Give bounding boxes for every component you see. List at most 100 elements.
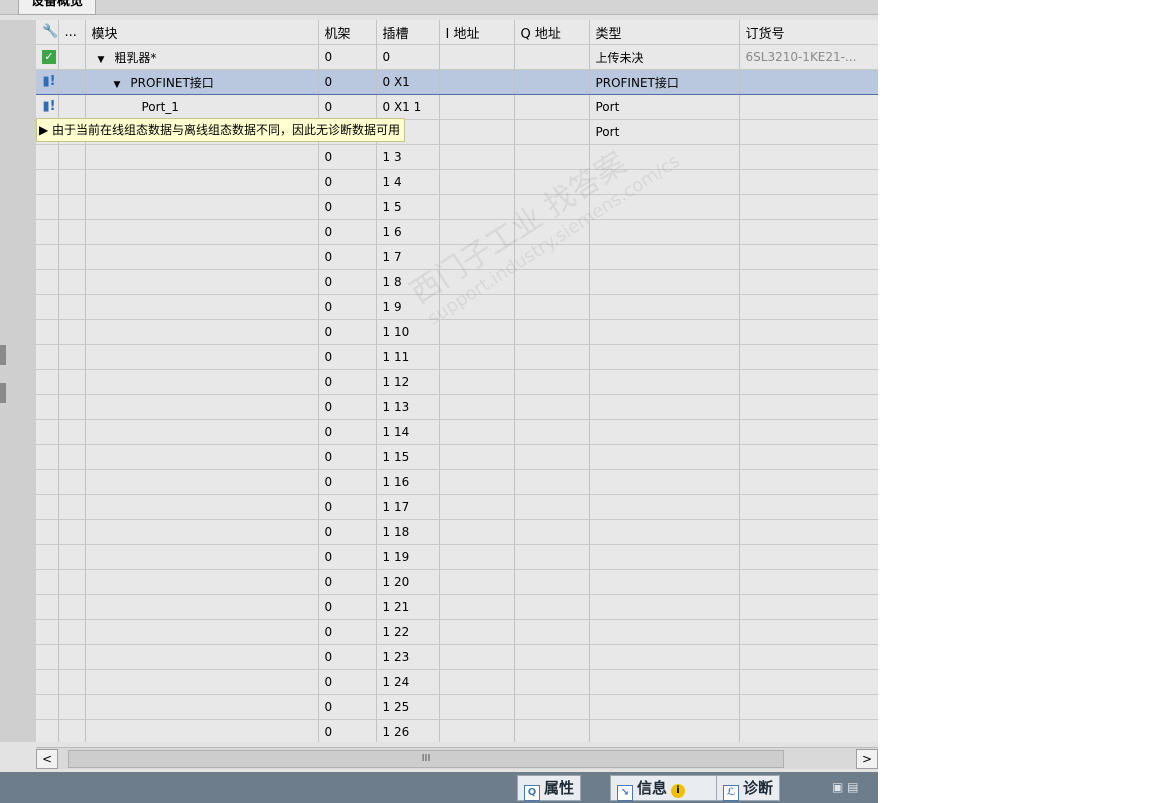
- cell-order-number[interactable]: [739, 494, 878, 520]
- cell-rack[interactable]: 0: [318, 719, 377, 742]
- cell-order-number[interactable]: [739, 244, 878, 270]
- cell-i-address[interactable]: [439, 294, 515, 320]
- cell-rack[interactable]: 0: [318, 669, 377, 695]
- cell-order-number[interactable]: [739, 619, 878, 645]
- cell-type[interactable]: [589, 319, 740, 345]
- cell-order-number[interactable]: [739, 694, 878, 720]
- cell-rack[interactable]: 0: [318, 319, 377, 345]
- cell-i-address[interactable]: [439, 44, 515, 70]
- cell-type[interactable]: [589, 344, 740, 370]
- cell-slot[interactable]: 1 11: [376, 344, 440, 370]
- scroll-right-button[interactable]: >: [856, 749, 878, 769]
- cell-slot[interactable]: 1 15: [376, 444, 440, 470]
- cell-type[interactable]: [589, 169, 740, 195]
- cell-slot[interactable]: 1 7: [376, 244, 440, 270]
- cell-slot[interactable]: 1 8: [376, 269, 440, 295]
- cell-slot[interactable]: 1 19: [376, 544, 440, 570]
- cell-type[interactable]: [589, 544, 740, 570]
- cell-rack[interactable]: 0: [318, 44, 377, 70]
- cell-type[interactable]: [589, 644, 740, 670]
- cell-type[interactable]: [589, 219, 740, 245]
- cell-order-number[interactable]: [739, 444, 878, 470]
- cell-rack[interactable]: 0: [318, 169, 377, 195]
- cell-i-address[interactable]: [439, 644, 515, 670]
- cell-rack[interactable]: 0: [318, 94, 377, 120]
- cell-slot[interactable]: 1 22: [376, 619, 440, 645]
- cell-q-address[interactable]: [514, 69, 590, 95]
- cell-slot[interactable]: 1 3: [376, 144, 440, 170]
- table-row[interactable]: 0 1 6: [36, 219, 878, 245]
- cell-order-number[interactable]: [739, 644, 878, 670]
- cell-module[interactable]: ▼ PROFINET接口: [85, 69, 319, 95]
- cell-module[interactable]: [85, 444, 319, 470]
- cell-slot[interactable]: 0 X1 1: [376, 94, 440, 120]
- cell-q-address[interactable]: [514, 194, 590, 220]
- cell-q-address[interactable]: [514, 219, 590, 245]
- cell-i-address[interactable]: [439, 619, 515, 645]
- expand-caret-icon[interactable]: ▼: [98, 55, 105, 65]
- cell-i-address[interactable]: [439, 219, 515, 245]
- cell-slot[interactable]: 1 17: [376, 494, 440, 520]
- cell-order-number[interactable]: [739, 419, 878, 445]
- cell-rack[interactable]: 0: [318, 569, 377, 595]
- cell-slot[interactable]: 1 6: [376, 219, 440, 245]
- cell-i-address[interactable]: [439, 594, 515, 620]
- cell-module[interactable]: ▼ 粗乳器*: [85, 44, 319, 70]
- cell-q-address[interactable]: [514, 319, 590, 345]
- cell-rack[interactable]: 0: [318, 594, 377, 620]
- cell-module[interactable]: [85, 619, 319, 645]
- cell-i-address[interactable]: [439, 519, 515, 545]
- collapse-left-handle[interactable]: [0, 345, 6, 365]
- cell-q-address[interactable]: [514, 694, 590, 720]
- cell-module[interactable]: [85, 419, 319, 445]
- cell-module[interactable]: [85, 644, 319, 670]
- cell-slot[interactable]: 1 5: [376, 194, 440, 220]
- cell-q-address[interactable]: [514, 394, 590, 420]
- cell-slot[interactable]: 0: [376, 44, 440, 70]
- cell-i-address[interactable]: [439, 169, 515, 195]
- cell-q-address[interactable]: [514, 469, 590, 495]
- cell-type[interactable]: [589, 294, 740, 320]
- expand-caret-icon[interactable]: ▼: [114, 80, 121, 90]
- cell-i-address[interactable]: [439, 319, 515, 345]
- cell-module[interactable]: [85, 719, 319, 742]
- cell-module[interactable]: [85, 169, 319, 195]
- expand-left-handle[interactable]: [0, 383, 6, 403]
- table-row[interactable]: 0 1 10: [36, 319, 878, 345]
- cell-slot[interactable]: 1 9: [376, 294, 440, 320]
- tab-diagnostics[interactable]: ℒ 诊断: [716, 775, 781, 801]
- cell-q-address[interactable]: [514, 519, 590, 545]
- cell-type[interactable]: [589, 194, 740, 220]
- cell-module[interactable]: [85, 294, 319, 320]
- table-row[interactable]: 0 1 12: [36, 369, 878, 395]
- tab-properties[interactable]: Q 属性: [517, 775, 582, 801]
- cell-module[interactable]: [85, 519, 319, 545]
- cell-slot[interactable]: 1 24: [376, 669, 440, 695]
- cell-q-address[interactable]: [514, 644, 590, 670]
- cell-order-number[interactable]: [739, 569, 878, 595]
- cell-i-address[interactable]: [439, 694, 515, 720]
- cell-q-address[interactable]: [514, 169, 590, 195]
- cell-module[interactable]: [85, 219, 319, 245]
- cell-type[interactable]: [589, 669, 740, 695]
- cell-order-number[interactable]: 6SL3210-1KE21-...: [739, 44, 878, 70]
- cell-q-address[interactable]: [514, 444, 590, 470]
- cell-module[interactable]: Port_1: [85, 94, 319, 120]
- cell-i-address[interactable]: [439, 94, 515, 120]
- cell-slot[interactable]: 1 12: [376, 369, 440, 395]
- cell-i-address[interactable]: [439, 444, 515, 470]
- cell-q-address[interactable]: [514, 44, 590, 70]
- cell-type[interactable]: 上传未决: [589, 44, 740, 70]
- cell-order-number[interactable]: [739, 719, 878, 742]
- cell-type[interactable]: [589, 269, 740, 295]
- cell-rack[interactable]: 0: [318, 644, 377, 670]
- cell-module[interactable]: [85, 669, 319, 695]
- cell-i-address[interactable]: [439, 669, 515, 695]
- col-q-address[interactable]: Q 地址: [514, 20, 590, 45]
- cell-q-address[interactable]: [514, 94, 590, 120]
- cell-module[interactable]: [85, 194, 319, 220]
- cell-type[interactable]: [589, 694, 740, 720]
- cell-i-address[interactable]: [439, 119, 515, 145]
- cell-module[interactable]: [85, 369, 319, 395]
- table-row[interactable]: 0 1 23: [36, 644, 878, 670]
